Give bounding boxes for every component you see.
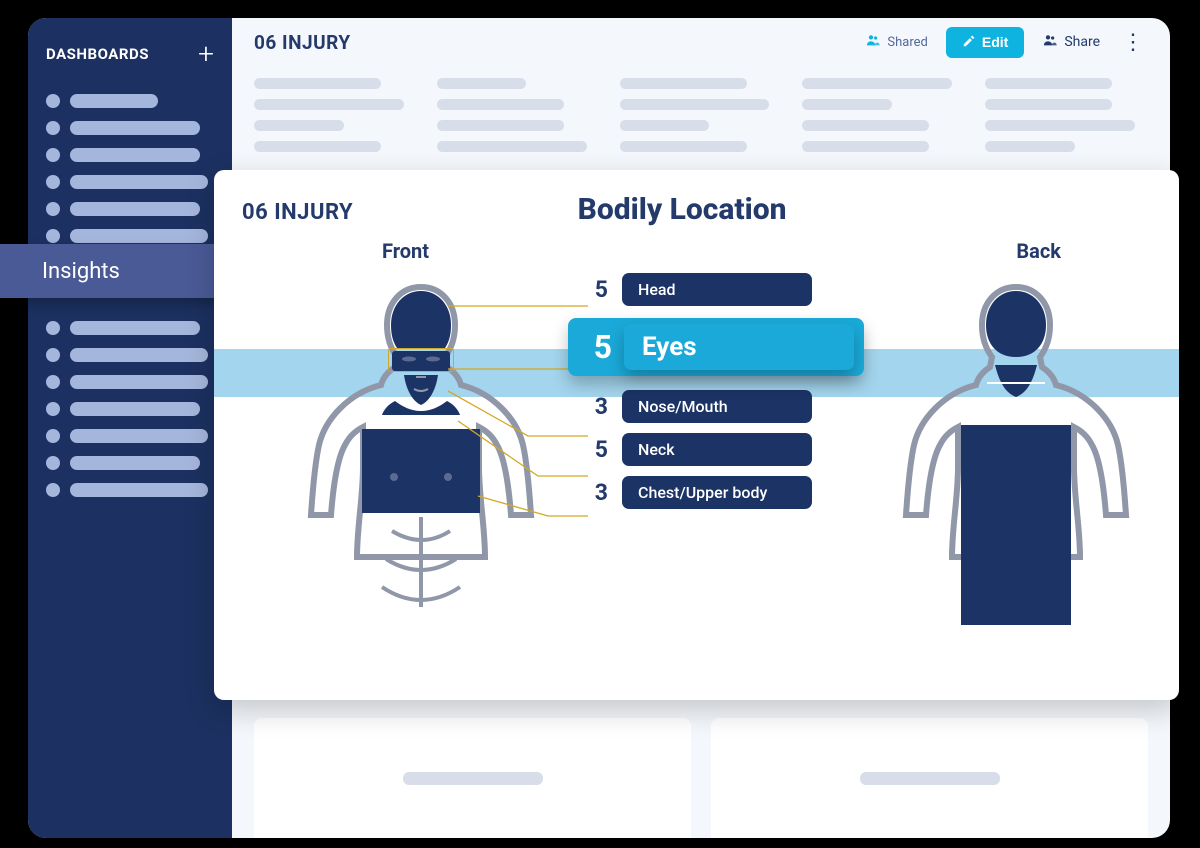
sidebar-title: DASHBOARDS xyxy=(46,45,149,63)
card-title: Bodily Location xyxy=(213,192,1151,227)
sidebar-item[interactable] xyxy=(46,94,214,108)
insights-label: Insights xyxy=(42,259,120,284)
sidebar-list-bottom xyxy=(46,321,214,497)
sidebar-list-top xyxy=(46,94,214,243)
shared-indicator: Shared xyxy=(865,32,927,52)
label: Neck xyxy=(622,433,812,466)
sidebar-item[interactable] xyxy=(46,402,214,416)
page-title: 06 INJURY xyxy=(254,31,351,54)
front-label: Front xyxy=(382,239,429,263)
skeleton-grid xyxy=(254,66,1148,184)
callout-chest[interactable]: 3 Chest/Upper body xyxy=(582,476,864,509)
insights-tab[interactable]: Insights xyxy=(0,244,232,298)
front-body-icon[interactable] xyxy=(296,279,546,679)
people-icon xyxy=(1042,32,1058,52)
bottom-panels xyxy=(254,718,1148,838)
body-diagram: 5 Head 5 Eyes 3 Nose/Mouth 5 Neck 3 Ches… xyxy=(242,271,1151,691)
sidebar-item[interactable] xyxy=(46,321,214,335)
edit-label: Edit xyxy=(982,34,1008,50)
label: Eyes xyxy=(624,324,854,370)
callout-nose-mouth[interactable]: 3 Nose/Mouth xyxy=(582,390,864,423)
shared-label: Shared xyxy=(887,35,927,50)
count: 3 xyxy=(582,393,608,420)
sidebar-item[interactable] xyxy=(46,148,214,162)
back-body-icon[interactable] xyxy=(891,279,1141,679)
sidebar-item[interactable] xyxy=(46,229,214,243)
count: 5 xyxy=(582,276,608,303)
sidebar-item[interactable] xyxy=(46,175,214,189)
share-button[interactable]: Share xyxy=(1042,32,1100,52)
count: 5 xyxy=(582,436,608,463)
count: 3 xyxy=(582,479,608,506)
sidebar-item[interactable] xyxy=(46,348,214,362)
edit-button[interactable]: Edit xyxy=(946,27,1024,58)
sidebar-item[interactable] xyxy=(46,483,214,497)
pencil-icon xyxy=(962,34,976,51)
share-label: Share xyxy=(1064,34,1100,50)
sidebar-item[interactable] xyxy=(46,202,214,216)
sidebar-item[interactable] xyxy=(46,429,214,443)
topbar: 06 INJURY Shared Edit Share ⋮ xyxy=(232,18,1170,66)
label: Chest/Upper body xyxy=(622,476,812,509)
back-label: Back xyxy=(1016,239,1061,263)
label: Head xyxy=(622,273,812,306)
more-menu-button[interactable]: ⋮ xyxy=(1118,30,1148,55)
callout-head[interactable]: 5 Head xyxy=(582,273,864,306)
people-icon xyxy=(865,32,881,52)
callouts: 5 Head 5 Eyes 3 Nose/Mouth 5 Neck 3 Ches… xyxy=(582,271,864,519)
bodily-location-card: 06 INJURY Bodily Location Front Back xyxy=(214,170,1179,700)
callout-neck[interactable]: 5 Neck xyxy=(582,433,864,466)
sidebar-item[interactable] xyxy=(46,121,214,135)
panel xyxy=(711,718,1148,838)
add-dashboard-button[interactable]: + xyxy=(198,40,214,68)
sidebar-item[interactable] xyxy=(46,375,214,389)
panel xyxy=(254,718,691,838)
callout-eyes[interactable]: 5 Eyes xyxy=(568,318,864,376)
eyes-region-outline xyxy=(388,348,454,372)
count: 5 xyxy=(582,328,612,366)
sidebar: DASHBOARDS + xyxy=(28,18,232,838)
label: Nose/Mouth xyxy=(622,390,812,423)
sidebar-item[interactable] xyxy=(46,456,214,470)
